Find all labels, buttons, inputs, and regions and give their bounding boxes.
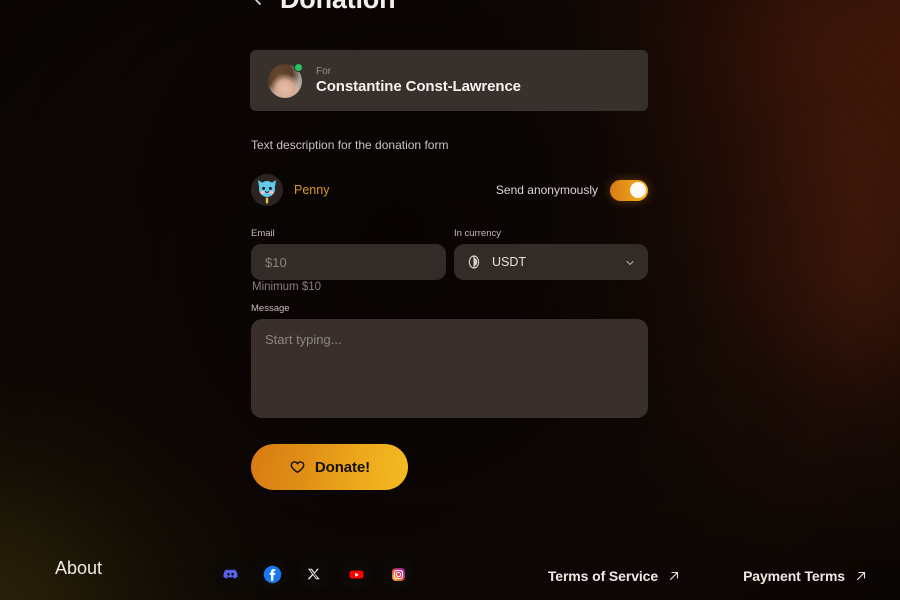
recipient-avatar [268,62,303,98]
youtube-icon[interactable] [340,558,372,590]
heart-icon [289,459,306,476]
chevron-down-icon[interactable] [624,256,636,268]
footer-links: Terms of Service Payment Terms [548,568,868,584]
send-anonymously-group: Send anonymously [495,179,648,201]
message-textarea[interactable]: Start typing... [251,319,648,418]
amount-input[interactable]: $10 [251,244,446,280]
currency-label: In currency [454,228,501,239]
donate-button-label: Donate! [314,458,371,476]
terms-of-service-link[interactable]: Terms of Service [548,568,681,584]
page-header: Donation [250,0,396,15]
sender-identity[interactable]: Penny [251,174,329,206]
send-anonymously-label: Send anonymously [495,183,598,197]
discord-icon[interactable] [214,558,246,590]
toggle-knob [629,182,646,198]
recipient-for-label: For [316,66,331,77]
usdt-coin-icon [466,254,482,270]
payment-terms-label: Payment Terms [743,568,845,584]
recipient-name: Constantine Const-Lawrence [316,78,521,95]
cat-avatar-icon [251,174,283,206]
amount-field: Email $10 [251,228,446,280]
donate-button[interactable]: Donate! [251,444,408,490]
recipient-card: For Constantine Const-Lawrence [250,50,648,111]
currency-selected-value: USDT [492,255,527,269]
message-label: Message [251,303,290,314]
facebook-icon[interactable] [256,558,288,590]
amount-input-placeholder: $10 [265,254,287,270]
chevron-left-icon[interactable] [250,0,266,8]
amount-currency-row: Email $10 In currency USDT [251,228,648,280]
arrow-up-right-icon [667,569,681,583]
online-status-dot [294,62,303,72]
arrow-up-right-icon [854,569,868,583]
payment-terms-link[interactable]: Payment Terms [743,568,868,584]
x-twitter-icon[interactable] [298,558,330,590]
footer-about-link[interactable]: About [55,558,102,579]
amount-label: Email [251,228,275,239]
donation-page: Donation For Constantine Const-Lawrence … [0,0,900,600]
social-links [214,558,414,590]
page-title: Donation [280,0,396,15]
amount-helper-text: Minimum $10 [252,281,322,293]
instagram-icon[interactable] [382,558,414,590]
currency-field: In currency USDT [454,228,648,280]
currency-select[interactable]: USDT [454,244,648,280]
send-anonymously-toggle[interactable] [610,179,648,201]
form-description: Text description for the donation form [251,138,449,152]
sender-name: Penny [294,183,330,197]
terms-of-service-label: Terms of Service [547,568,659,584]
message-textarea-placeholder: Start typing... [265,332,342,347]
sender-row: Penny Send anonymously [251,174,648,206]
message-field: Message Start typing... [251,303,648,418]
